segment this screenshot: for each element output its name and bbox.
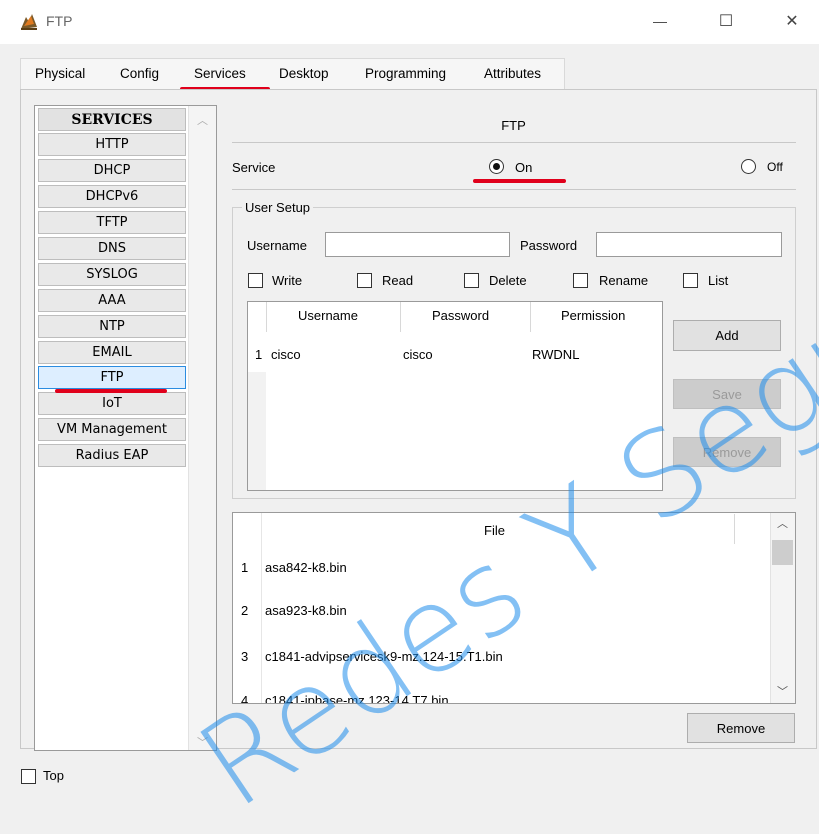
remove-user-button[interactable]: Remove: [673, 437, 781, 467]
tab-programming[interactable]: Programming: [365, 66, 446, 81]
row-password[interactable]: cisco: [403, 347, 433, 362]
add-button[interactable]: Add: [673, 320, 781, 351]
service-item-radius-eap[interactable]: Radius EAP: [38, 444, 186, 467]
table-row-gutter: [248, 372, 266, 490]
user-setup-title: User Setup: [242, 200, 314, 215]
file-list-item[interactable]: 1 asa842-k8.bin: [241, 560, 347, 575]
file-index: 4: [241, 693, 249, 703]
service-on-underline: [473, 179, 566, 183]
service-item-email[interactable]: EMAIL: [38, 341, 186, 364]
service-item-vm-management[interactable]: VM Management: [38, 418, 186, 441]
tab-services[interactable]: Services: [194, 66, 246, 81]
list-checkbox[interactable]: [683, 273, 698, 288]
minimize-button[interactable]: —: [640, 6, 680, 36]
service-label: Service: [232, 160, 276, 175]
save-button[interactable]: Save: [673, 379, 781, 409]
tab-desktop[interactable]: Desktop: [279, 66, 329, 81]
column-header-password[interactable]: Password: [432, 308, 489, 323]
scroll-up-icon[interactable]: ︿: [197, 112, 208, 128]
delete-label: Delete: [489, 273, 527, 288]
service-item-aaa[interactable]: AAA: [38, 289, 186, 312]
row-index: 1: [255, 347, 263, 362]
remove-file-button[interactable]: Remove: [687, 713, 795, 743]
username-label: Username: [247, 238, 307, 253]
password-input[interactable]: [596, 232, 782, 257]
file-list-item[interactable]: 2 asa923-k8.bin: [241, 603, 347, 618]
file-index: 1: [241, 560, 249, 575]
title-bar: [0, 0, 819, 44]
file-name: asa842-k8.bin: [265, 560, 347, 575]
panel-title: FTP: [501, 118, 526, 133]
top-checkbox[interactable]: [21, 769, 36, 784]
close-button[interactable]: ✕: [772, 6, 812, 36]
window-title: FTP: [46, 13, 73, 29]
username-input[interactable]: [325, 232, 510, 257]
rename-label: Rename: [599, 273, 649, 288]
file-column-header[interactable]: File: [484, 523, 505, 538]
file-name: asa923-k8.bin: [265, 603, 347, 618]
service-item-iot[interactable]: IoT: [38, 392, 186, 415]
ftp-selected-underline: [55, 389, 167, 393]
scroll-up-icon[interactable]: ︿: [777, 515, 788, 531]
close-icon: ✕: [785, 13, 799, 30]
service-on-radio[interactable]: [489, 159, 504, 174]
minimize-icon: —: [653, 13, 667, 29]
file-index: 3: [241, 649, 249, 664]
service-item-syslog[interactable]: SYSLOG: [38, 263, 186, 286]
service-item-ftp[interactable]: FTP: [38, 366, 186, 389]
read-label: Read: [382, 273, 414, 288]
services-header: SERVICES: [38, 108, 186, 131]
scroll-down-icon[interactable]: ﹀: [777, 683, 788, 699]
top-label: Top: [43, 768, 64, 783]
user-table[interactable]: [247, 301, 663, 491]
file-list-item[interactable]: 4 c1841-ipbase-mz.123-14.T7.bin: [241, 693, 449, 703]
file-name: c1841-ipbase-mz.123-14.T7.bin: [265, 693, 449, 703]
service-on-label: On: [515, 160, 533, 175]
write-checkbox[interactable]: [248, 273, 263, 288]
service-item-tftp[interactable]: TFTP: [38, 211, 186, 234]
column-header-username[interactable]: Username: [298, 308, 358, 323]
service-off-radio[interactable]: [741, 159, 756, 174]
tab-attributes[interactable]: Attributes: [484, 66, 541, 81]
service-item-dns[interactable]: DNS: [38, 237, 186, 260]
divider: [232, 189, 796, 190]
column-separator: [734, 514, 735, 544]
column-separator: [530, 302, 531, 332]
service-item-http[interactable]: HTTP: [38, 133, 186, 156]
read-checkbox[interactable]: [357, 273, 372, 288]
service-item-dhcp[interactable]: DHCP: [38, 159, 186, 182]
tab-config[interactable]: Config: [120, 66, 159, 81]
maximize-icon: ☐: [718, 13, 734, 30]
packet-tracer-app-icon: [18, 12, 40, 32]
service-item-ntp[interactable]: NTP: [38, 315, 186, 338]
service-off-label: Off: [767, 160, 783, 174]
scrollbar-thumb[interactable]: [772, 540, 793, 565]
write-label: Write: [272, 273, 303, 288]
service-item-dhcpv6[interactable]: DHCPv6: [38, 185, 186, 208]
tab-physical[interactable]: Physical: [35, 66, 85, 81]
maximize-button[interactable]: ☐: [706, 6, 746, 36]
row-username[interactable]: cisco: [271, 347, 301, 362]
rename-checkbox[interactable]: [573, 273, 588, 288]
services-list-scrollbar[interactable]: ︿ ﹀: [188, 106, 216, 750]
scroll-down-icon[interactable]: ﹀: [197, 734, 208, 750]
file-index: 2: [241, 603, 249, 618]
column-separator: [400, 302, 401, 332]
row-permission[interactable]: RWDNL: [532, 347, 579, 362]
delete-checkbox[interactable]: [464, 273, 479, 288]
password-label: Password: [520, 238, 578, 253]
file-name: c1841-advipservicesk9-mz.124-15.T1.bin: [265, 649, 503, 664]
column-header-permission[interactable]: Permission: [561, 308, 625, 323]
column-separator: [266, 302, 267, 332]
divider: [232, 142, 796, 143]
file-list-item[interactable]: 3 c1841-advipservicesk9-mz.124-15.T1.bin: [241, 649, 503, 664]
list-label: List: [708, 273, 729, 288]
